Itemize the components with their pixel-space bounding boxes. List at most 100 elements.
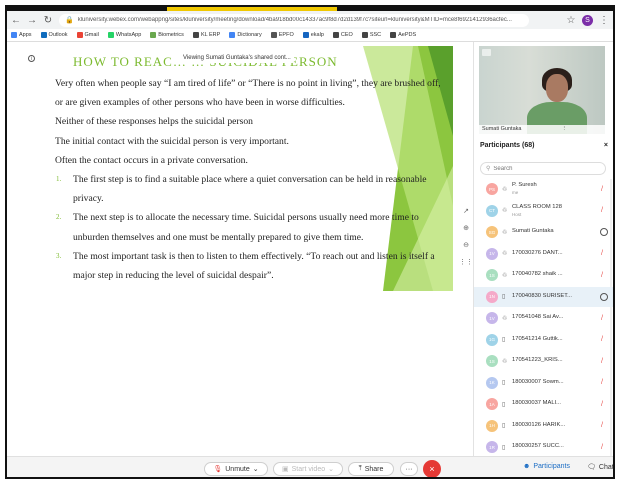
leave-meeting-button[interactable]: × (423, 460, 441, 477)
fit-icon[interactable]: ↗ (463, 207, 469, 215)
participant-row[interactable]: 1K▯180030007 Sowm...̸ (474, 373, 613, 393)
connection-icon: ♲ (502, 358, 508, 365)
slide-steps: 1. The first step is to find a suitable p… (55, 170, 450, 285)
participant-row[interactable]: CT♲CLASS ROOM 128Host̸ (474, 201, 613, 221)
reload-icon[interactable]: ↻ (43, 15, 53, 26)
participant-name: 170541048 Sai Av... (512, 314, 564, 320)
chat-toggle[interactable]: 🗨 Chat (587, 463, 613, 472)
slide-step: 2. The next step is to allocate the neces… (55, 208, 450, 246)
bookmark-item[interactable]: SSC (361, 32, 381, 38)
browser-actions: ☆ S ⋮ (566, 14, 609, 26)
speaker-video[interactable]: Sumati Guntaka ⋮ (479, 46, 605, 134)
search-icon: ⚲ (486, 166, 491, 172)
bookmark-item[interactable]: Biometrics (150, 32, 184, 38)
search-input[interactable] (493, 165, 594, 172)
participant-name: 170040830 SURISET... (512, 292, 572, 299)
participant-row[interactable]: 1R▯180030257 SUCC...̸ (474, 437, 613, 456)
screenshot-frame: ← → ↻ 🔒 kluniversity.webex.com/webappng/… (5, 5, 615, 479)
step-number: 1. (56, 175, 62, 184)
zoom-out-icon[interactable]: ⊖ (463, 241, 469, 249)
bookmark-item[interactable]: Dictionary (229, 32, 262, 38)
address-bar[interactable]: 🔒 kluniversity.webex.com/webappng/sites/… (59, 13, 529, 27)
participant-row[interactable]: 1V♲170030276 DANT...̸ (474, 244, 613, 264)
forward-icon[interactable]: → (27, 15, 37, 26)
chevron-down-icon: ⌄ (252, 466, 259, 473)
device-icon: ▯ (502, 380, 506, 386)
participant-name: 180030126 HARIK... (512, 421, 566, 428)
step-text: The most important task is then to liste… (73, 250, 435, 282)
bookmark-item[interactable]: CEO (332, 32, 353, 38)
star-icon[interactable]: ☆ (566, 15, 576, 26)
participant-name: 170030276 DANT... (512, 249, 563, 256)
bookmark-label: EPFO (278, 32, 294, 38)
bookmark-item[interactable]: WhatsApp (107, 32, 142, 38)
bookmark-item[interactable]: Apps (11, 32, 32, 38)
participant-avatar: 1V (486, 312, 498, 324)
zoom-in-icon[interactable]: ⊕ (463, 224, 469, 232)
participant-row[interactable]: 1N ▯ 170040830 SURISET... (474, 286, 613, 307)
bookmark-icon (40, 32, 47, 38)
participant-row[interactable]: 1H▯180030126 HARIK...̸ (474, 416, 613, 436)
participant-row[interactable]: 1S♲170040782 shaik ...̸ (474, 265, 613, 285)
connection-icon: ♲ (502, 186, 508, 193)
participant-row[interactable]: SG ♲ Sumati Guntaka (474, 222, 613, 242)
slide-body: Very often when people say “I am tired o… (55, 74, 450, 285)
bookmark-item[interactable]: AePDS (390, 32, 416, 38)
share-button[interactable]: ⤒ Share (348, 462, 394, 476)
info-icon[interactable]: i (28, 55, 35, 62)
bookmark-label: Apps (19, 32, 32, 38)
grip-icon[interactable]: ⋮⋮ (459, 258, 473, 266)
back-icon[interactable]: ← (11, 15, 21, 26)
menu-kebab-icon[interactable]: ⋮ (599, 15, 609, 26)
profile-avatar[interactable]: S (582, 14, 593, 26)
participant-row[interactable]: 1A▯180030037 MALI...̸ (474, 394, 613, 414)
more-icon: ··· (405, 465, 413, 473)
lock-icon: 🔒 (65, 17, 74, 24)
participant-role: me (512, 190, 519, 195)
participant-row[interactable]: 1V♲170541048 Sai Av...̸ (474, 308, 613, 328)
start-video-label: Start video (291, 465, 326, 473)
video-name-bar: Sumati Guntaka ⋮ (479, 125, 605, 134)
unmute-button[interactable]: 🎙 Unmute ⌄ (204, 462, 268, 476)
participant-name: P. Suresh (512, 182, 537, 188)
more-options-button[interactable]: ··· (400, 462, 418, 476)
slide-paragraph: Often the contact occurs in a private co… (55, 154, 248, 166)
bookmark-icon (150, 32, 157, 38)
share-icon: ⤒ (358, 465, 362, 472)
bookmark-item[interactable]: EPFO (270, 32, 294, 38)
bookmark-item[interactable]: KL ERP (192, 32, 220, 38)
close-panel-icon[interactable]: × (604, 142, 608, 149)
participants-header: Participants (68) × (480, 142, 608, 149)
slide-step: 1. The first step is to find a suitable p… (55, 170, 450, 208)
meeting-content: i HOW TO REAC… … SUICIDAL PERSON Viewing… (7, 42, 473, 456)
bookmark-item[interactable]: ekalp (302, 32, 324, 38)
start-video-button[interactable]: ▣ Start video ⌄ (273, 462, 343, 476)
bookmark-label: CEO (340, 32, 353, 38)
connection-icon: ♲ (502, 208, 508, 214)
chat-icon: 🗨 (587, 464, 596, 471)
side-panel: Sumati Guntaka ⋮ Participants (68) × ⚲ P… (473, 42, 613, 456)
connection-icon: ♲ (502, 315, 508, 322)
chat-bubble-icon[interactable] (600, 228, 608, 236)
participant-avatar: 1S (486, 269, 498, 281)
share-label: Share (364, 465, 384, 473)
bookmark-label: WhatsApp (115, 32, 142, 38)
participants-toggle[interactable]: ☻ Participants (523, 463, 570, 470)
bookmark-item[interactable]: Outlook (40, 32, 68, 38)
video-layout-icon[interactable] (482, 49, 491, 56)
chat-bubble-icon[interactable] (600, 292, 608, 301)
participants-title: Participants (68) (480, 142, 535, 149)
participant-search[interactable]: ⚲ (480, 162, 606, 175)
mic-muted-icon: 🎙 (213, 466, 223, 473)
participant-avatar: 1N (486, 290, 498, 303)
participant-row[interactable]: 1G▯170541214 Guttik...̸ (474, 330, 613, 350)
unmute-label: Unmute (225, 465, 250, 473)
bookmark-item[interactable]: Gmail (76, 32, 99, 38)
video-more-icon[interactable]: ⋮ (562, 125, 568, 134)
participant-avatar: 1S (486, 355, 498, 367)
participant-avatar: 1K (486, 376, 498, 389)
participant-row[interactable]: 1S♲170541223_KRIS...̸ (474, 351, 613, 371)
close-icon: × (429, 464, 435, 474)
participant-row[interactable]: PS♲P. Sureshme̸ (474, 179, 613, 199)
url-text: kluniversity.webex.com/webappng/sites/kl… (77, 17, 512, 23)
